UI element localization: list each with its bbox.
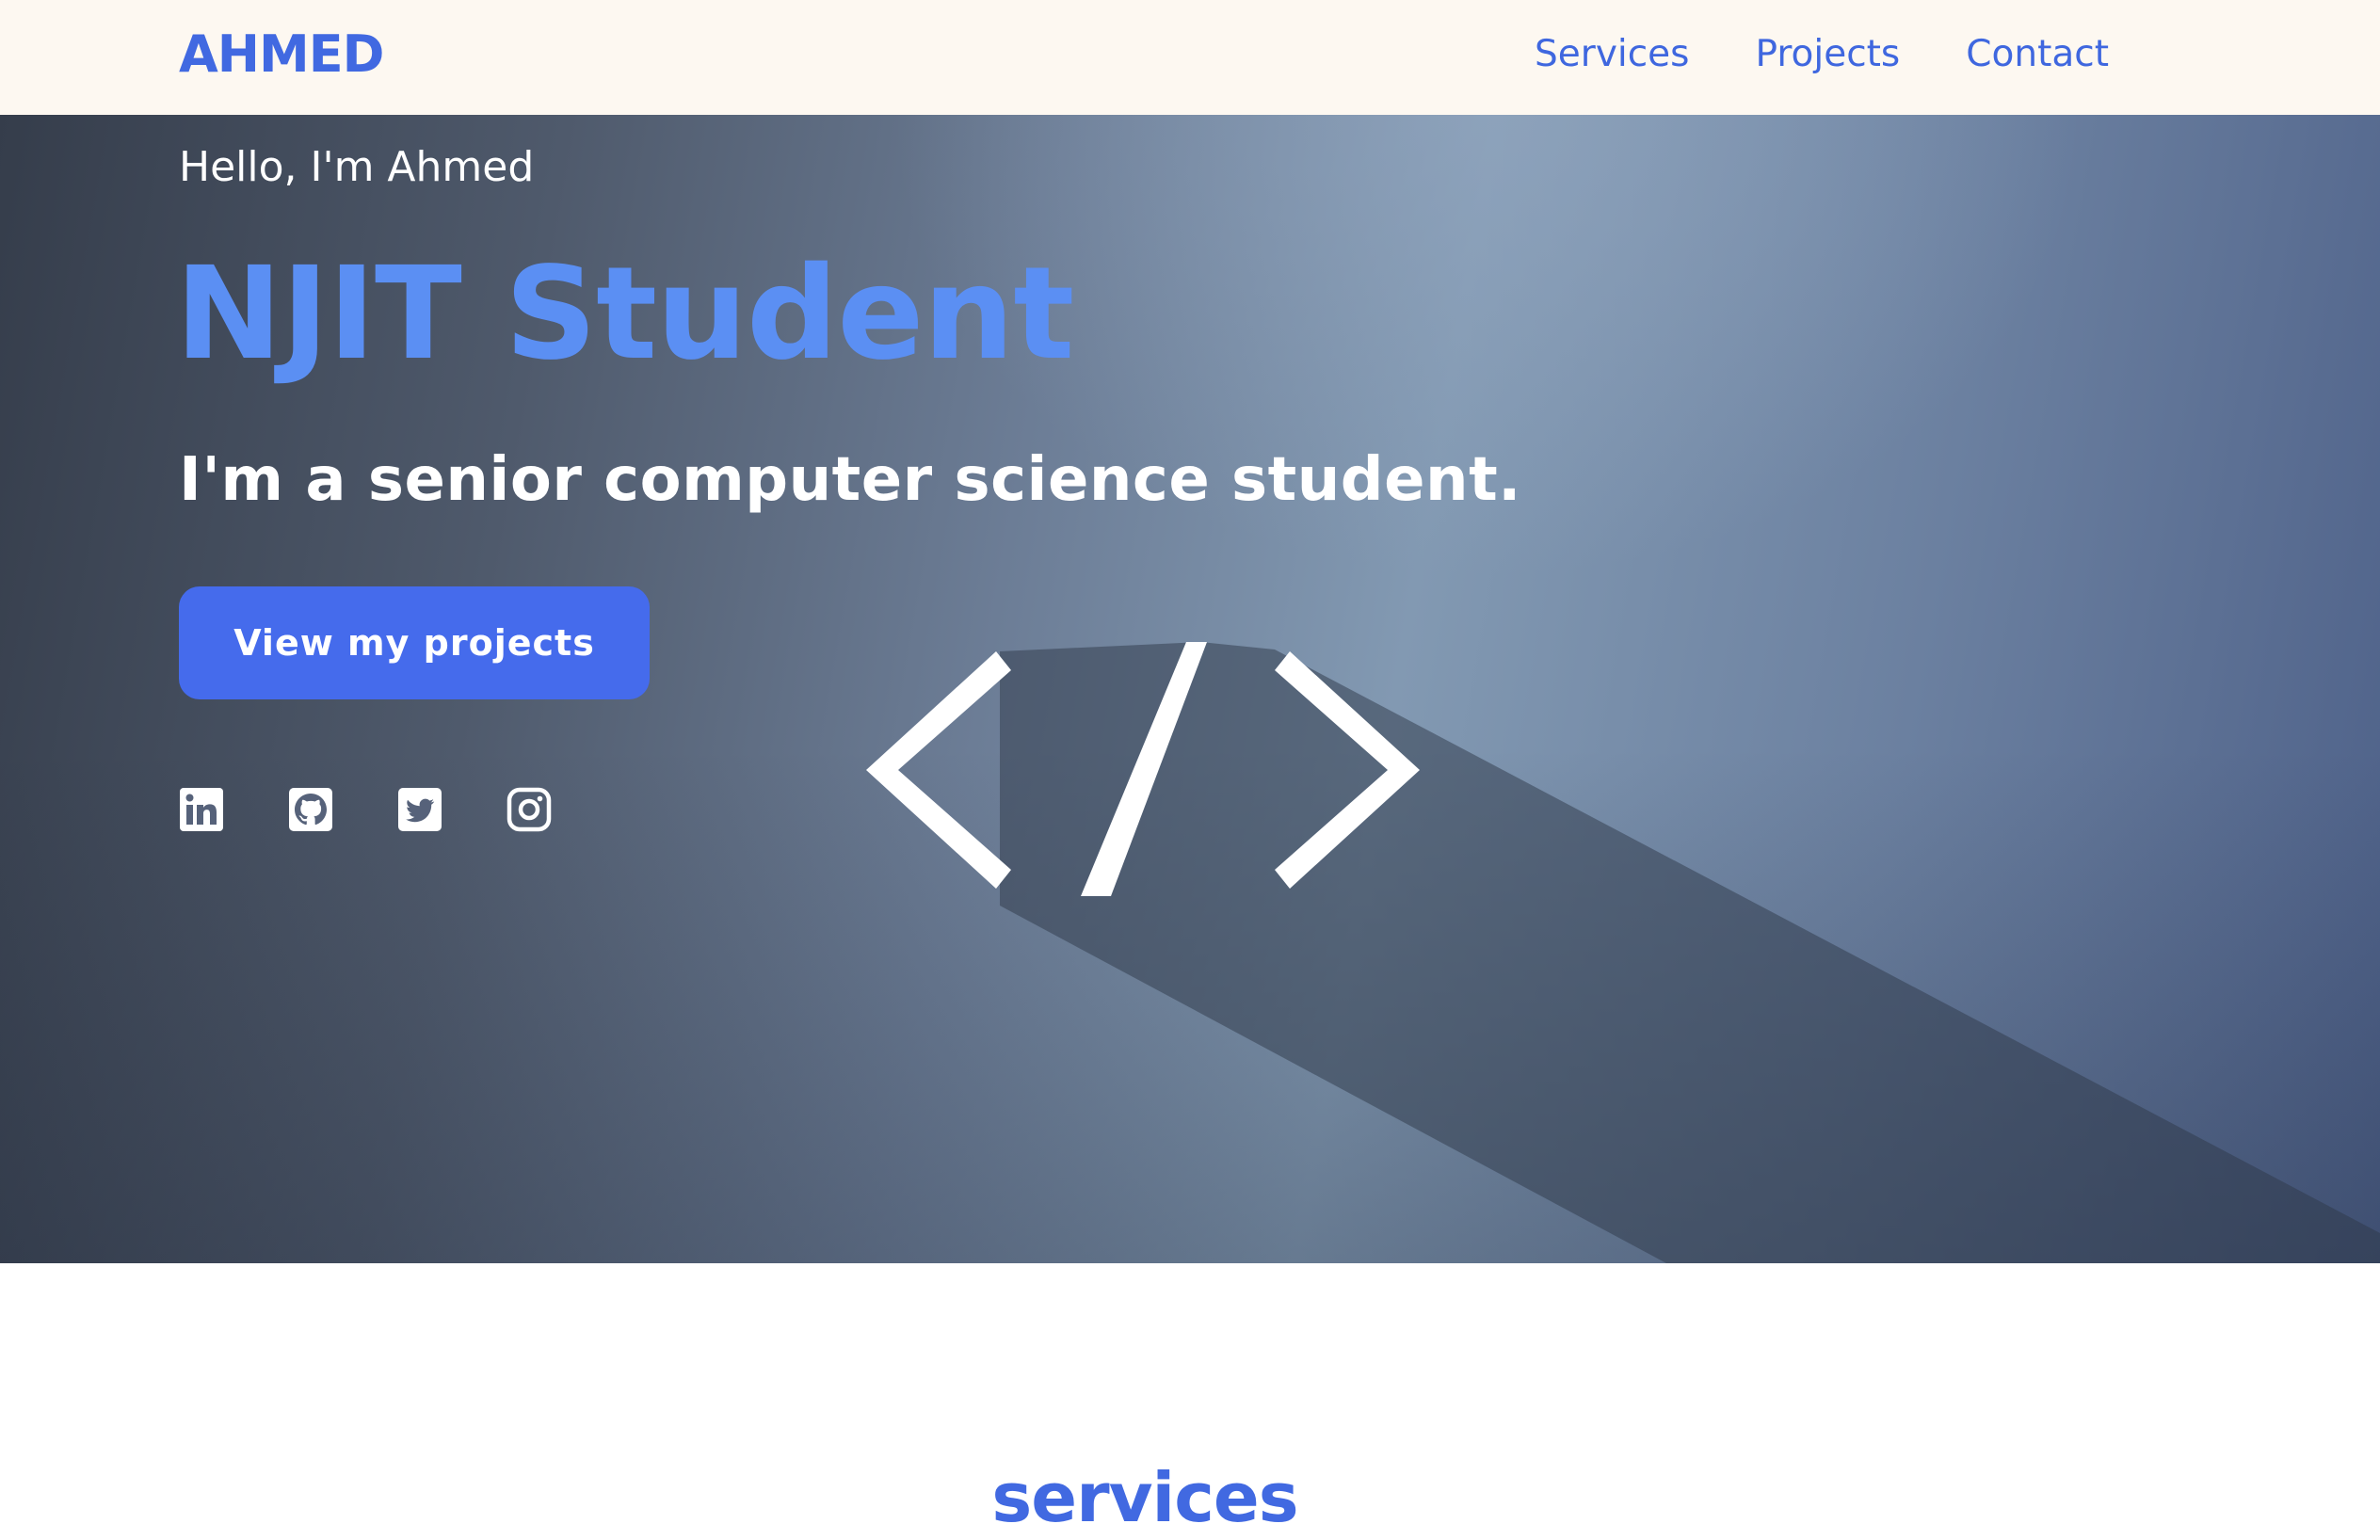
nav-link-contact[interactable]: Contact	[1966, 30, 2109, 79]
social-links	[179, 787, 552, 832]
hero-tagline: I'm a senior computer science student.	[179, 445, 1521, 515]
main-nav: Services Projects Contact	[1535, 30, 2109, 79]
instagram-icon[interactable]	[507, 787, 552, 832]
linkedin-icon[interactable]	[179, 787, 224, 832]
nav-link-projects[interactable]: Projects	[1756, 30, 1901, 79]
hero-role-title: NJIT Student	[175, 240, 1074, 389]
code-brackets-shadow	[1000, 642, 2380, 1263]
nav-link-services[interactable]: Services	[1535, 30, 1689, 79]
github-icon[interactable]	[288, 787, 333, 832]
view-projects-button[interactable]: View my projects	[179, 586, 650, 699]
services-heading: services	[991, 1458, 1298, 1537]
brand-logo[interactable]: AHMED	[179, 24, 384, 85]
hero-section: Hello, I'm Ahmed NJIT Student I'm a seni…	[0, 115, 2380, 1263]
site-header: AHMED Services Projects Contact	[0, 0, 2380, 115]
left-chevron-shape	[866, 651, 1011, 889]
hero-greeting: Hello, I'm Ahmed	[179, 143, 535, 191]
twitter-icon[interactable]	[397, 787, 442, 832]
